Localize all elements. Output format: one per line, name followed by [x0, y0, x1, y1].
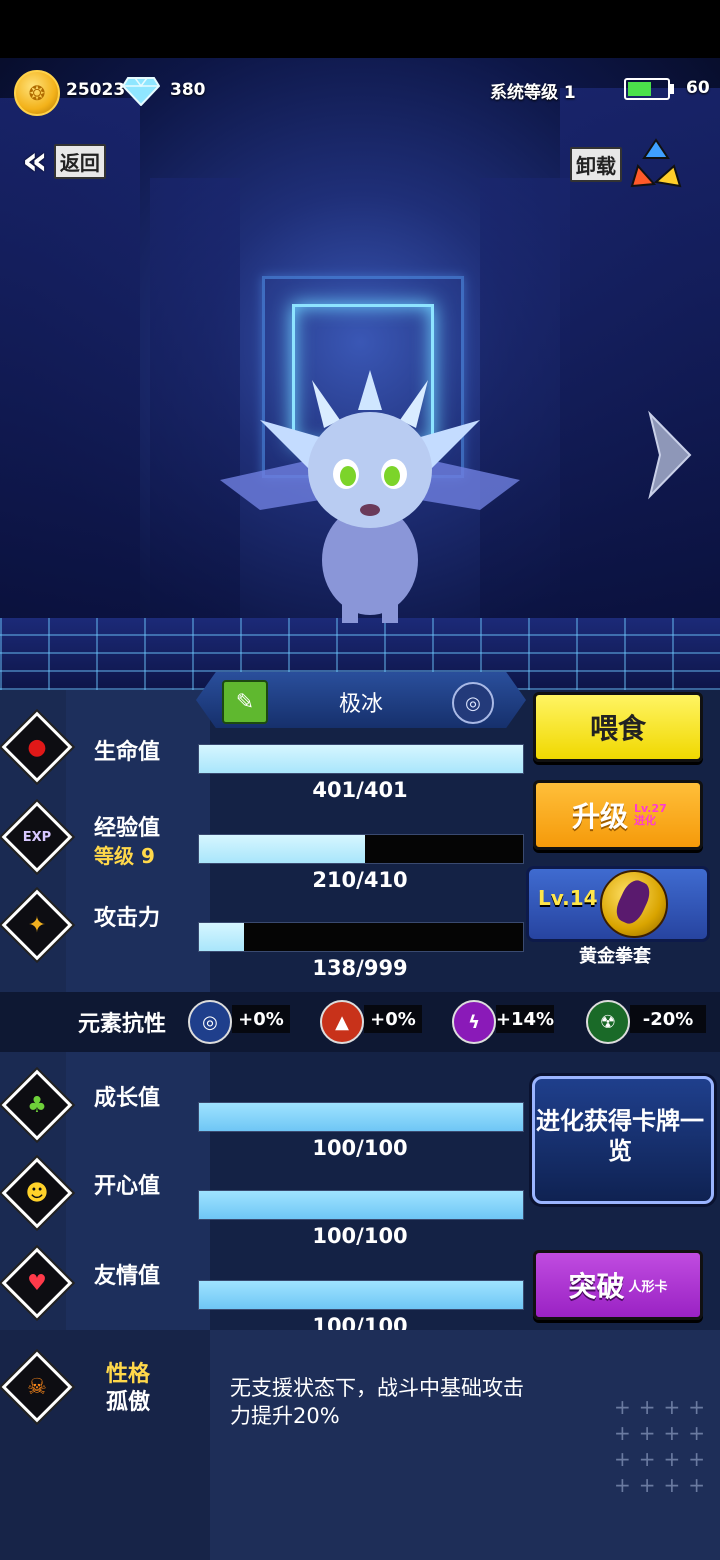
status-band — [0, 0, 720, 58]
personality-description: 无支援状态下，战斗中基础攻击力提升20% — [230, 1376, 524, 1428]
attack-bar — [198, 922, 524, 952]
evolution-cards-label: 进化获得卡牌一览 — [536, 1107, 704, 1165]
unload-button[interactable]: 卸载 — [570, 138, 700, 190]
back-button[interactable]: « 返回 — [22, 136, 132, 186]
growth-bar — [198, 1102, 524, 1132]
exp-bar — [198, 834, 524, 864]
system-level: 系统等级 1 — [490, 83, 576, 103]
resist-value: -20% — [630, 1005, 706, 1033]
exp-value: 210/410 — [312, 868, 408, 892]
feed-button[interactable]: 喂食 — [533, 692, 703, 762]
growth-value: 100/100 — [312, 1136, 408, 1160]
resist-value: +0% — [232, 1005, 290, 1033]
water-element-icon: ◎ — [188, 1000, 232, 1044]
battery-icon — [624, 78, 674, 100]
equipment-level: Lv.14 — [538, 886, 598, 910]
thunder-element-icon: ϟ — [452, 1000, 496, 1044]
gem-count: 380 — [170, 80, 206, 100]
breakthrough-label: 突破 — [568, 1270, 625, 1303]
breakthrough-button[interactable]: 突破 人形卡 — [533, 1250, 703, 1320]
upgrade-evolve-tag: Lv.27进化 — [634, 802, 667, 827]
coin-icon: ❂ — [14, 70, 60, 116]
growth-label: 成长值 — [94, 1086, 161, 1111]
hp-label: 生命值 — [94, 740, 161, 765]
resist-value: +0% — [364, 1005, 422, 1033]
exp-label: 经验值 — [94, 816, 161, 841]
upgrade-button[interactable]: 升级 Lv.27进化 — [533, 780, 703, 850]
decorative-plus-grid: ++++ ++++ ++++ ++++ — [614, 1395, 714, 1497]
water-element-icon: ◎ — [452, 682, 494, 724]
coin-count: 25023 — [66, 80, 126, 100]
next-pet-arrow[interactable] — [646, 410, 694, 500]
friendship-label: 友情值 — [94, 1264, 161, 1289]
pet-level: 等级 9 — [94, 844, 155, 868]
attack-value: 138/999 — [312, 956, 408, 980]
diamond-icon — [122, 77, 160, 106]
happy-bar — [198, 1190, 524, 1220]
hp-bar — [198, 744, 524, 774]
resist-value: +14% — [496, 1005, 554, 1033]
double-chevron-left-icon: « — [22, 138, 48, 184]
upgrade-label: 升级 — [571, 800, 628, 833]
personality-value: 孤傲 — [106, 1390, 151, 1415]
element-resist-label: 元素抗性 — [78, 1012, 167, 1037]
recycle-icon — [630, 138, 682, 188]
attack-label: 攻击力 — [94, 906, 161, 931]
breakthrough-tag: 人形卡 — [628, 1279, 668, 1295]
feed-label: 喂食 — [589, 712, 646, 745]
golden-gauntlet-icon — [600, 870, 668, 938]
hp-value: 401/401 — [312, 778, 408, 802]
battery-level: 60 — [686, 78, 710, 98]
happy-label: 开心值 — [94, 1174, 161, 1199]
unload-label: 卸载 — [570, 146, 622, 182]
back-label: 返回 — [53, 143, 106, 179]
friendship-bar — [198, 1280, 524, 1310]
equipment-name: 黄金拳套 — [579, 946, 651, 967]
fire-element-icon: ▲ — [320, 1000, 364, 1044]
ice-dragon-pet[interactable] — [220, 370, 520, 630]
poison-element-icon: ☢ — [586, 1000, 630, 1044]
happy-value: 100/100 — [312, 1224, 408, 1248]
